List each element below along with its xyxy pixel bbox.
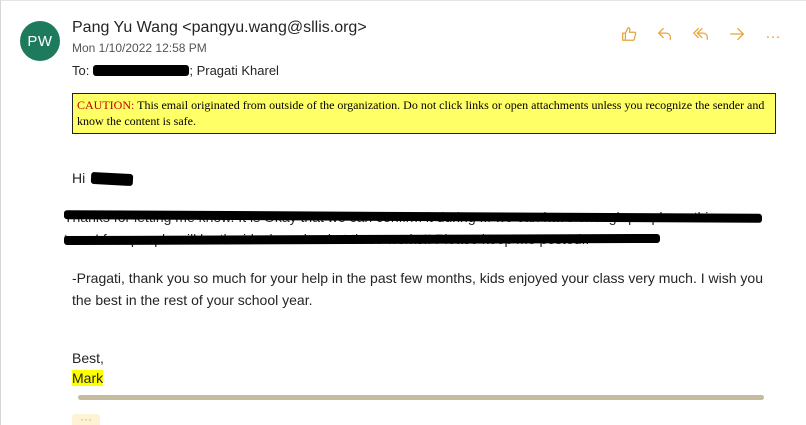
recipients-line: To: ; Pragati Kharel [72, 63, 279, 78]
sent-date: Mon 1/10/2022 12:58 PM [72, 41, 207, 55]
forward-icon [730, 27, 744, 41]
email-reading-pane: PW Pang Yu Wang <pangyu.wang@sllis.org> … [0, 0, 806, 425]
reply-button[interactable] [654, 23, 676, 45]
reply-all-icon [693, 27, 708, 41]
greeting-text: Hi [72, 170, 86, 186]
message-actions: … [618, 23, 784, 45]
redacted-paragraph: Thanks for letting me know. It is Okay t… [63, 206, 764, 250]
closing-text: Best, [72, 350, 104, 366]
reply-icon [658, 27, 672, 41]
redacted-recipient [93, 65, 190, 77]
signature-name: Mark [72, 370, 104, 386]
caution-label: CAUTION: [77, 98, 135, 112]
reply-all-button[interactable] [690, 23, 712, 45]
message-paragraph: -Pragati, thank you so much for your hel… [72, 270, 763, 308]
caution-text: This email originated from outside of th… [77, 98, 765, 128]
more-icon: … [765, 25, 781, 42]
greeting: Hi [72, 170, 134, 187]
like-button[interactable] [618, 23, 640, 45]
avatar[interactable]: PW [20, 21, 60, 61]
redacted-name [90, 172, 134, 187]
recipient-name[interactable]: ; Pragati Kharel [189, 63, 279, 78]
external-caution-banner: CAUTION: This email originated from outs… [72, 93, 776, 134]
more-actions-button[interactable]: … [762, 23, 784, 45]
to-label: To: [72, 63, 90, 78]
thumbs-up-icon [622, 27, 637, 41]
message-divider [78, 395, 764, 400]
show-trimmed-content-button[interactable]: ··· [72, 413, 100, 425]
forward-button[interactable] [726, 23, 748, 45]
closing-block: Best, Mark [72, 348, 104, 388]
sender-name[interactable]: Pang Yu Wang <pangyu.wang@sllis.org> [72, 19, 367, 37]
